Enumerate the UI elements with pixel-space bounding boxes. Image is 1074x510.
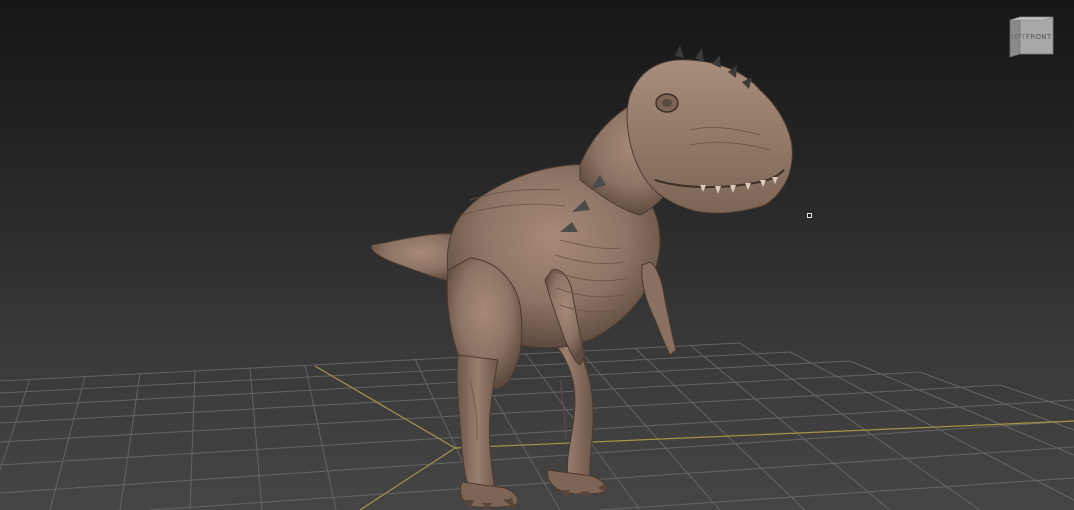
trex-far-arm	[641, 261, 677, 356]
trex-model[interactable]	[370, 45, 793, 510]
trex-eye	[655, 93, 679, 113]
viewport-scene[interactable]	[0, 0, 1074, 510]
cursor-marker	[807, 213, 812, 218]
trex-far-foot	[546, 469, 608, 495]
view-cube-icon[interactable]: FRONT LEFT	[1008, 16, 1054, 58]
view-cube-side-label[interactable]: LEFT	[1011, 34, 1025, 41]
trex-near-leg	[456, 354, 499, 491]
home-grid	[0, 342, 1074, 510]
3d-viewport[interactable]: FRONT LEFT	[0, 0, 1074, 510]
view-cube-front-label[interactable]: FRONT	[1026, 33, 1052, 41]
